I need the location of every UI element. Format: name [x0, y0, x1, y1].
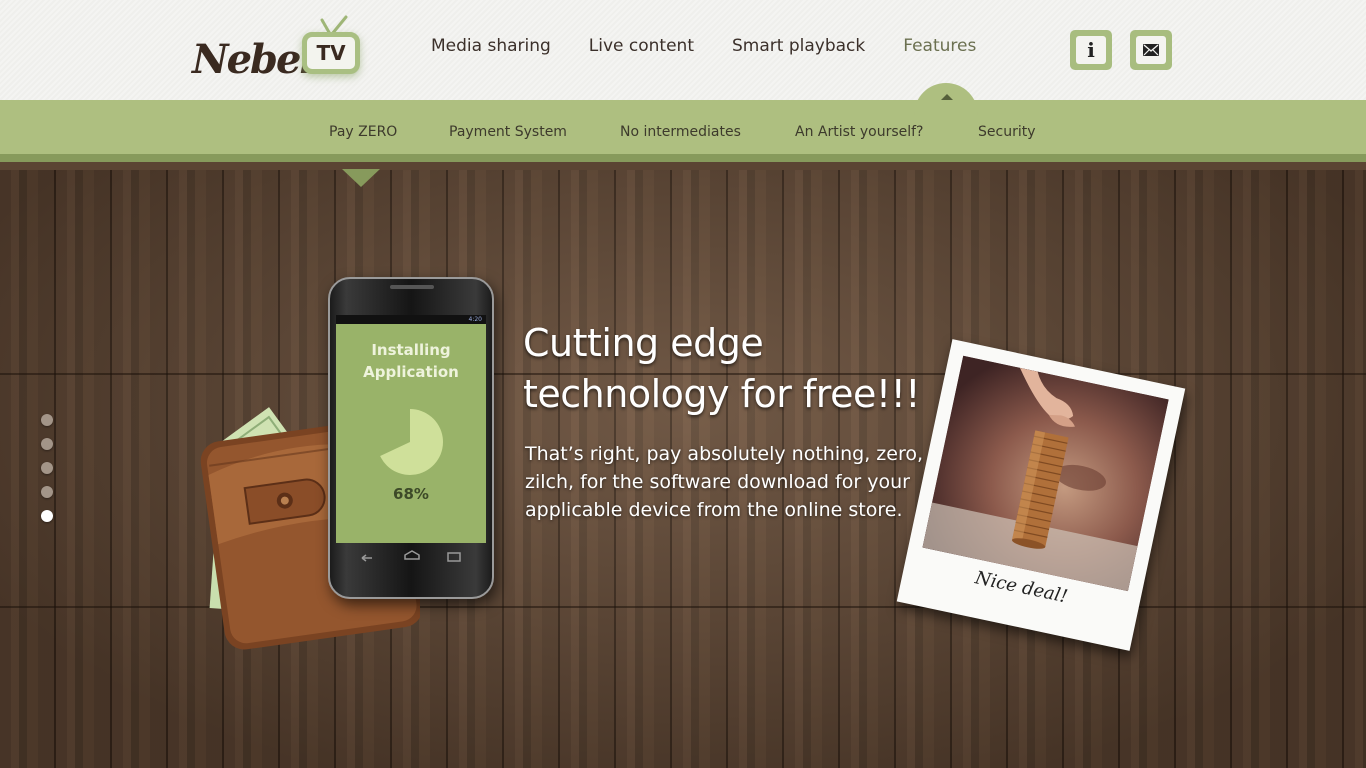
- progress-pie-slice: [380, 409, 443, 475]
- phone-nav-buttons: [361, 550, 461, 562]
- hero-headline-line2: technology for free!!!: [523, 372, 921, 416]
- hero-slide: 4:20 Installing Application 68% Cutting …: [0, 170, 1366, 768]
- slider-dot[interactable]: [41, 486, 53, 498]
- slider-dot[interactable]: [41, 414, 53, 426]
- site-header: Nebel. TV Media sharing Live content Sma…: [0, 0, 1366, 100]
- active-subnav-pointer: [342, 169, 380, 187]
- slider-dot-active[interactable]: [41, 510, 53, 522]
- nav-item-features[interactable]: Features: [903, 36, 976, 64]
- status-time: 4:20: [468, 316, 482, 323]
- slider-pagination: [41, 414, 53, 534]
- phone-mockup: 4:20 Installing Application 68%: [328, 277, 494, 599]
- recents-icon: [447, 552, 461, 562]
- site-logo[interactable]: Nebel. TV: [192, 14, 367, 84]
- back-icon: [361, 554, 372, 562]
- phone-status-bar: 4:20: [336, 315, 486, 324]
- home-icon: [404, 550, 420, 560]
- logo-tv-badge: TV: [302, 32, 360, 74]
- subnav-item-no-intermediates[interactable]: No intermediates: [620, 124, 795, 140]
- info-button[interactable]: i: [1070, 30, 1112, 70]
- nav-item-smart-playback[interactable]: Smart playback: [732, 36, 865, 64]
- contact-button[interactable]: [1130, 30, 1172, 70]
- install-title: Installing Application: [336, 339, 486, 383]
- main-nav: Media sharing Live content Smart playbac…: [431, 36, 1014, 64]
- slider-dot[interactable]: [41, 462, 53, 474]
- envelope-icon: [1143, 44, 1159, 56]
- subnav-item-security[interactable]: Security: [978, 124, 1058, 140]
- install-progress-label: 68%: [393, 485, 429, 503]
- phone-speaker: [390, 285, 434, 289]
- phone-screen: 4:20 Installing Application 68%: [336, 315, 486, 543]
- hero-headline-line1: Cutting edge: [523, 321, 764, 365]
- info-icon: i: [1087, 38, 1095, 62]
- caret-up-icon: [941, 94, 953, 100]
- install-title-line1: Installing: [371, 341, 451, 359]
- logo-tv-text: TV: [316, 41, 346, 65]
- hero-headline: Cutting edge technology for free!!!: [523, 318, 943, 420]
- subnav-item-artist[interactable]: An Artist yourself?: [795, 124, 978, 140]
- install-progress-pie: [380, 409, 443, 475]
- hero-body-text: That’s right, pay absolutely nothing, ze…: [525, 443, 924, 521]
- subnav-item-pay-zero[interactable]: Pay ZERO: [329, 124, 449, 140]
- nav-item-live-content[interactable]: Live content: [589, 36, 694, 64]
- nav-item-media-sharing[interactable]: Media sharing: [431, 36, 551, 64]
- slider-dot[interactable]: [41, 438, 53, 450]
- subnav-items: Pay ZERO Payment System No intermediates…: [329, 124, 1058, 140]
- subnav-item-payment-system[interactable]: Payment System: [449, 124, 620, 140]
- coin-stack-photo: [922, 355, 1169, 592]
- install-title-line2: Application: [363, 363, 459, 381]
